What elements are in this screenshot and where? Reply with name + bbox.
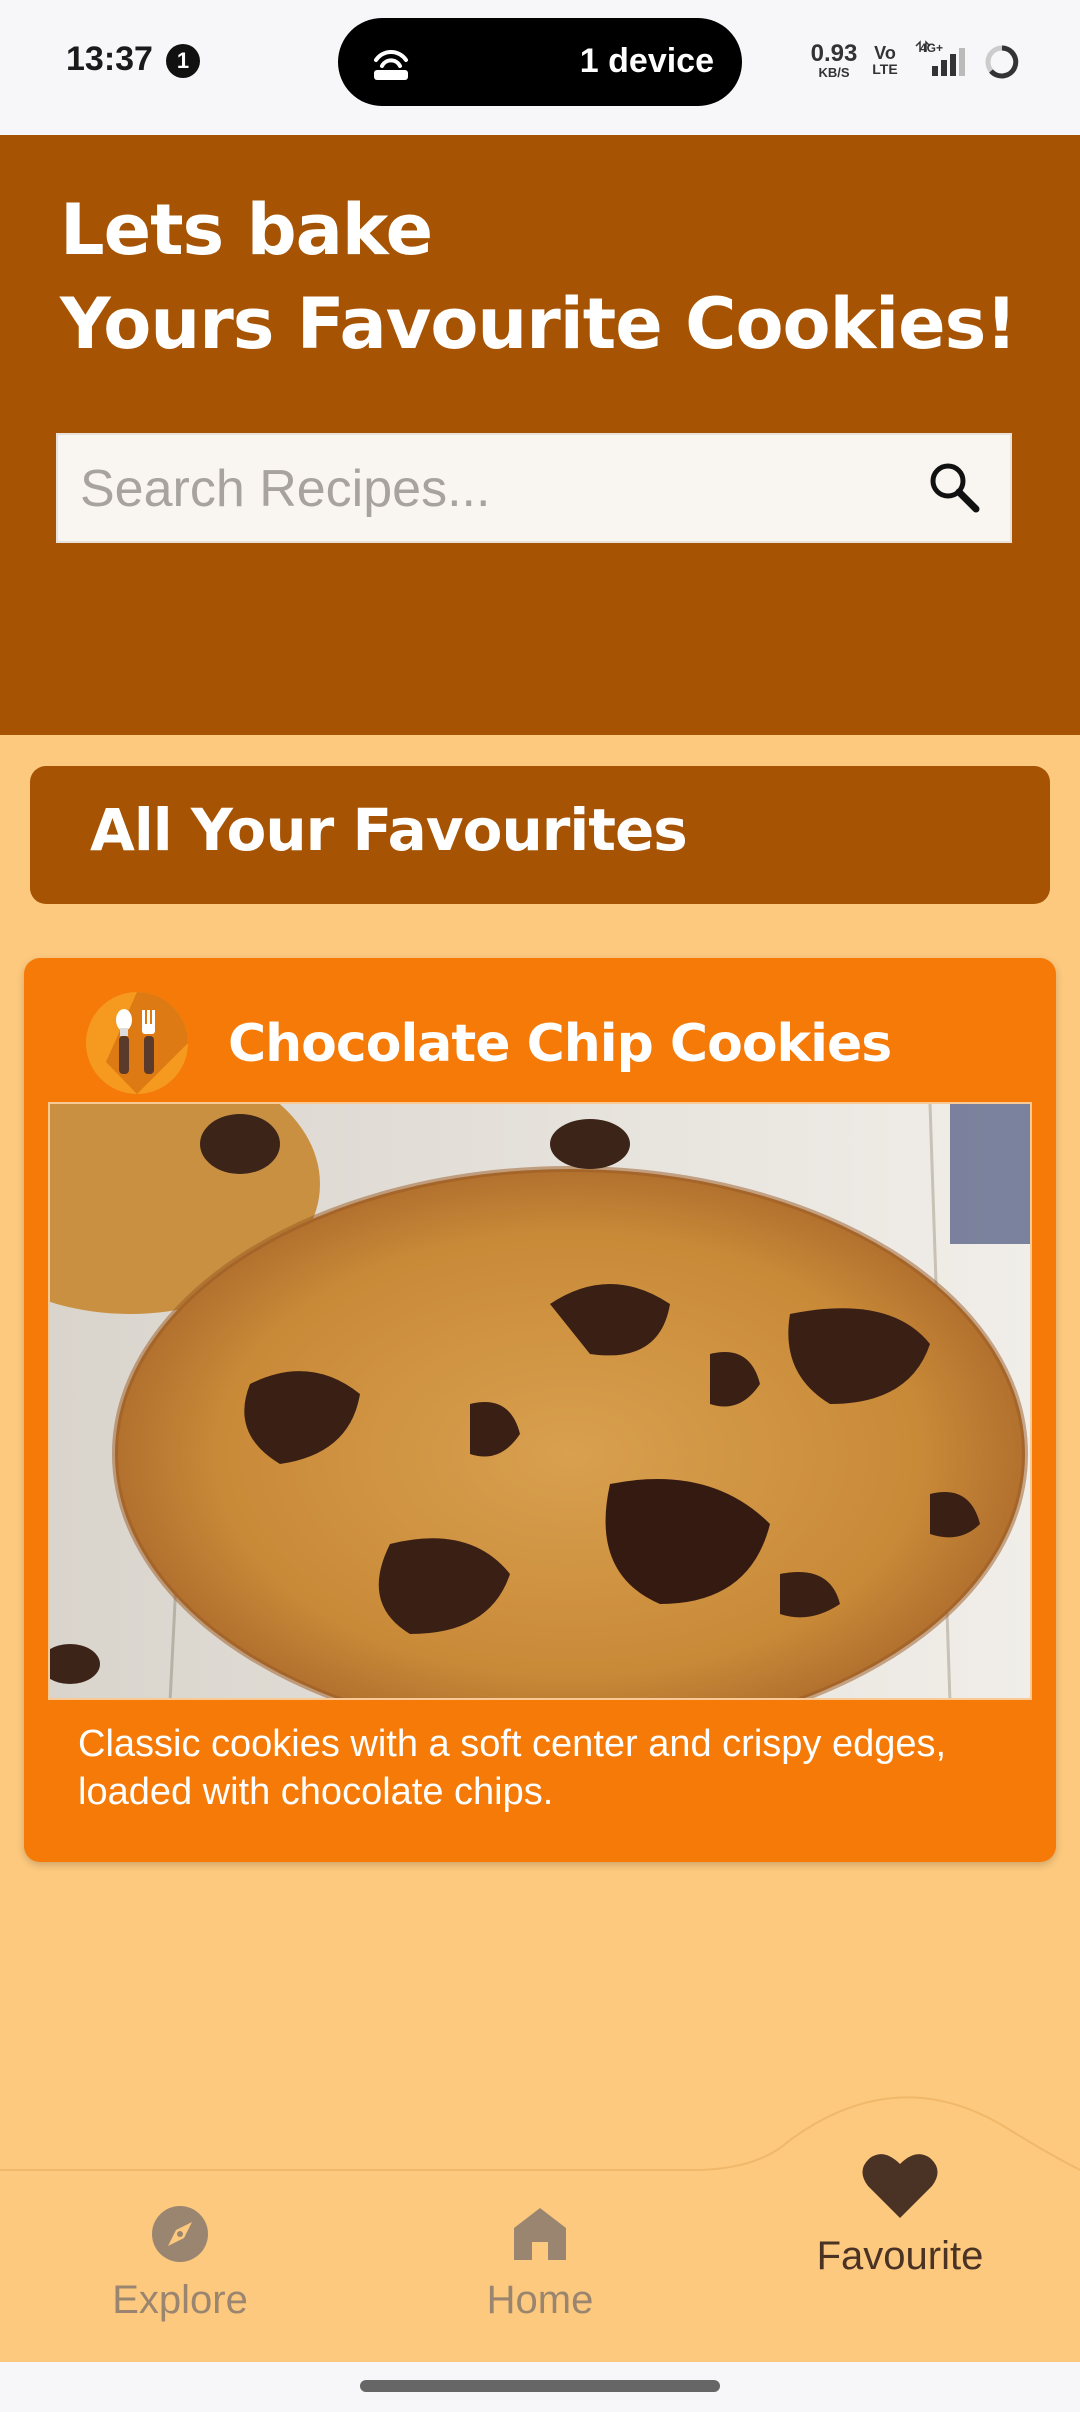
- favourites-banner: All Your Favourites: [30, 766, 1050, 904]
- network-speed-unit: KB/S: [818, 65, 850, 80]
- gesture-bar-area: [0, 2362, 1080, 2412]
- nav-home-label: Home: [486, 2278, 594, 2322]
- nav-favourite[interactable]: Favourite: [790, 2150, 1010, 2279]
- notification-badge: 1: [166, 44, 200, 78]
- search-input[interactable]: [78, 435, 902, 543]
- nav-favourite-label: Favourite: [816, 2234, 984, 2278]
- recipe-card[interactable]: Chocolate Chip Cookies Classic cookies w…: [24, 958, 1056, 1862]
- search-icon[interactable]: [924, 457, 984, 517]
- favourites-title: All Your Favourites: [90, 796, 688, 864]
- nav-explore[interactable]: Explore: [80, 2204, 280, 2323]
- status-time: 13:37: [66, 40, 153, 78]
- network-speed: 0.93 KB/S: [808, 40, 860, 80]
- hotspot-text: 1 device: [579, 42, 714, 80]
- chocolate-chip-cookie-photo: [48, 1102, 1032, 1700]
- header-title-line2: Yours Favourite Cookies!: [60, 283, 1017, 365]
- signal-icon: 4G+: [915, 40, 965, 76]
- app-header: Lets bake Yours Favourite Cookies!: [0, 135, 1080, 735]
- network-speed-value: 0.93: [810, 40, 858, 67]
- recipe-description: Classic cookies with a soft center and c…: [78, 1723, 947, 1813]
- status-bar: 13:37 1 1 device 0.93 KB/S Vo LTE 4G+: [0, 0, 1080, 135]
- hotspot-icon: [374, 50, 408, 80]
- hotspot-pill[interactable]: 1 device: [338, 18, 742, 106]
- recipe-title: Chocolate Chip Cookies: [228, 1014, 892, 1074]
- compass-icon: [152, 2206, 208, 2262]
- bottom-navigation: Explore Home Favourite: [0, 2090, 1080, 2362]
- volte-top: Vo: [874, 43, 896, 63]
- battery-icon: [985, 45, 1019, 79]
- header-title-line1: Lets bake: [60, 189, 433, 271]
- heart-icon: [862, 2154, 938, 2218]
- search-box[interactable]: [56, 433, 1012, 543]
- utensils-logo-icon: [86, 992, 188, 1094]
- nav-explore-label: Explore: [112, 2278, 248, 2322]
- header-title: Lets bake Yours Favourite Cookies!: [60, 183, 1017, 371]
- volte-bottom: LTE: [872, 61, 898, 77]
- volte-indicator: Vo LTE: [868, 44, 902, 76]
- home-indicator[interactable]: [360, 2380, 720, 2392]
- network-type-label: 4G+: [920, 41, 943, 55]
- nav-home[interactable]: Home: [440, 2204, 640, 2323]
- home-icon: [514, 2208, 566, 2260]
